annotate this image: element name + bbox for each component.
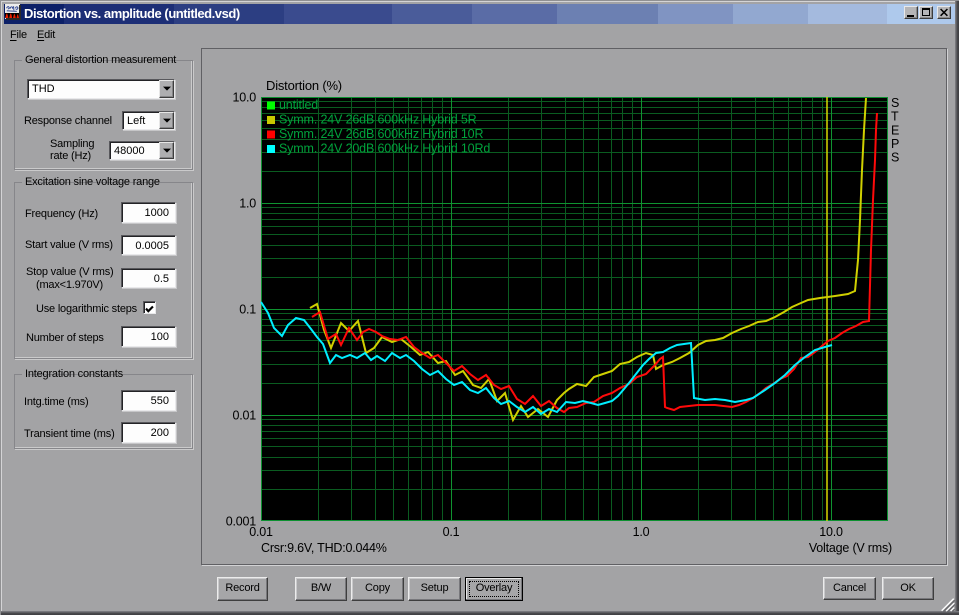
svg-text:Symm. 24V 26dB 600kHz Hybrid 5: Symm. 24V 26dB 600kHz Hybrid 5R [279,113,477,127]
svg-text:10.0: 10.0 [819,525,843,539]
svg-text:Distortion (%): Distortion (%) [266,78,342,93]
svg-text:1.0: 1.0 [633,525,650,539]
svg-text:Symm. 24V 26dB 600kHz Hybrid 1: Symm. 24V 26dB 600kHz Hybrid 10R [279,127,483,141]
svg-text:1.0: 1.0 [239,197,256,211]
svg-text:E: E [891,124,899,138]
svg-text:T: T [891,110,899,124]
svg-text:untitled: untitled [279,98,318,112]
svg-text:S: S [891,96,899,110]
svg-text:S: S [891,151,899,165]
svg-text:0.1: 0.1 [443,525,460,539]
svg-text:0.1: 0.1 [239,303,256,317]
svg-text:0.01: 0.01 [232,409,256,423]
svg-text:0.01: 0.01 [249,525,273,539]
svg-text:Symm. 24V 20dB 600kHz Hybrid 1: Symm. 24V 20dB 600kHz Hybrid 10Rd [279,142,490,156]
svg-text:10.0: 10.0 [232,91,256,105]
svg-text:Voltage (V rms): Voltage (V rms) [809,541,892,555]
svg-text:Crsr:9.6V, THD:0.044%: Crsr:9.6V, THD:0.044% [261,541,387,555]
svg-text:P: P [891,137,899,151]
